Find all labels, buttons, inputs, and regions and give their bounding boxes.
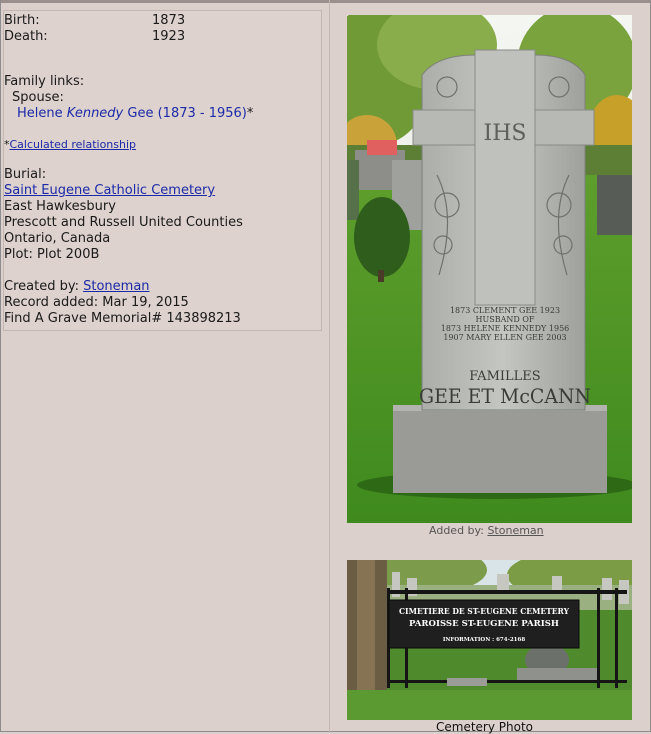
burial-town: East Hawkesbury [4, 199, 116, 214]
headstone-image: IHS 1873 CLEMENT GEE 1923 HUSBAND OF 187… [347, 15, 632, 523]
created-by-label: Created by: [4, 279, 79, 294]
birth-value: 1873 [152, 13, 186, 28]
inscription-line-3: 1873 HELENE KENNEDY 1956 [441, 324, 570, 333]
calculated-relationship-link[interactable]: Calculated relationship [10, 138, 137, 151]
family-names-inscription: GEE ET McCANN [419, 384, 591, 408]
inscription-line-2: HUSBAND OF [476, 315, 535, 324]
burial-region: Ontario, Canada [4, 231, 111, 246]
burial-heading: Burial: [4, 167, 47, 182]
burial-plot: Plot: Plot 200B [4, 247, 100, 262]
spouse-last-name[interactable]: Gee [127, 106, 153, 121]
burial-county: Prescott and Russell United Counties [4, 215, 243, 230]
cemetery-photo-caption: Cemetery Photo [436, 720, 534, 734]
spouse-maiden-name[interactable]: Kennedy [67, 106, 123, 121]
spouse-label: Spouse: [12, 90, 64, 105]
spouse-first-name[interactable]: Helene [17, 106, 63, 121]
ihs-inscription: IHS [484, 121, 527, 146]
headstone-caption: Added by: Stoneman [429, 524, 544, 537]
birth-label: Birth: [4, 13, 40, 28]
sign-line-3: INFORMATION : 674-2168 [443, 637, 526, 643]
inscription-line-4: 1907 MARY ELLEN GEE 2003 [443, 333, 566, 342]
death-label: Death: [4, 29, 48, 44]
family-links-heading: Family links: [4, 74, 85, 89]
record-added: Record added: Mar 19, 2015 [4, 295, 189, 310]
memorial-id: Find A Grave Memorial# 143898213 [4, 311, 241, 326]
column-divider [329, 0, 330, 733]
cemetery-link[interactable]: Saint Eugene Catholic Cemetery [4, 183, 215, 199]
death-value: 1923 [152, 29, 186, 44]
cemetery-photo[interactable]: CIMETIERE DE ST-EUGENE CEMETERY PAROISSE… [347, 560, 632, 720]
inscription-line-1: 1873 CLEMENT GEE 1923 [450, 306, 560, 315]
created-by: Created by: Stoneman [4, 279, 150, 295]
added-by-label: Added by: [429, 524, 484, 537]
spouse-entry[interactable]: Helene Kennedy Gee (1873 - 1956)* [17, 106, 253, 122]
calculated-relationship-note: *Calculated relationship [4, 137, 136, 153]
spouse-marker: * [246, 106, 254, 121]
creator-link[interactable]: Stoneman [83, 279, 149, 294]
cemetery-image: CIMETIERE DE ST-EUGENE CEMETERY PAROISSE… [347, 560, 632, 720]
familles-inscription: FAMILLES [469, 369, 540, 384]
photo-contributor-link[interactable]: Stoneman [487, 524, 543, 537]
headstone-photo[interactable]: IHS 1873 CLEMENT GEE 1923 HUSBAND OF 187… [347, 15, 632, 523]
spouse-years[interactable]: (1873 - 1956) [158, 106, 247, 121]
sign-line-2: PAROISSE ST-EUGENE PARISH [409, 619, 559, 629]
sign-line-1: CIMETIERE DE ST-EUGENE CEMETERY [399, 607, 570, 617]
